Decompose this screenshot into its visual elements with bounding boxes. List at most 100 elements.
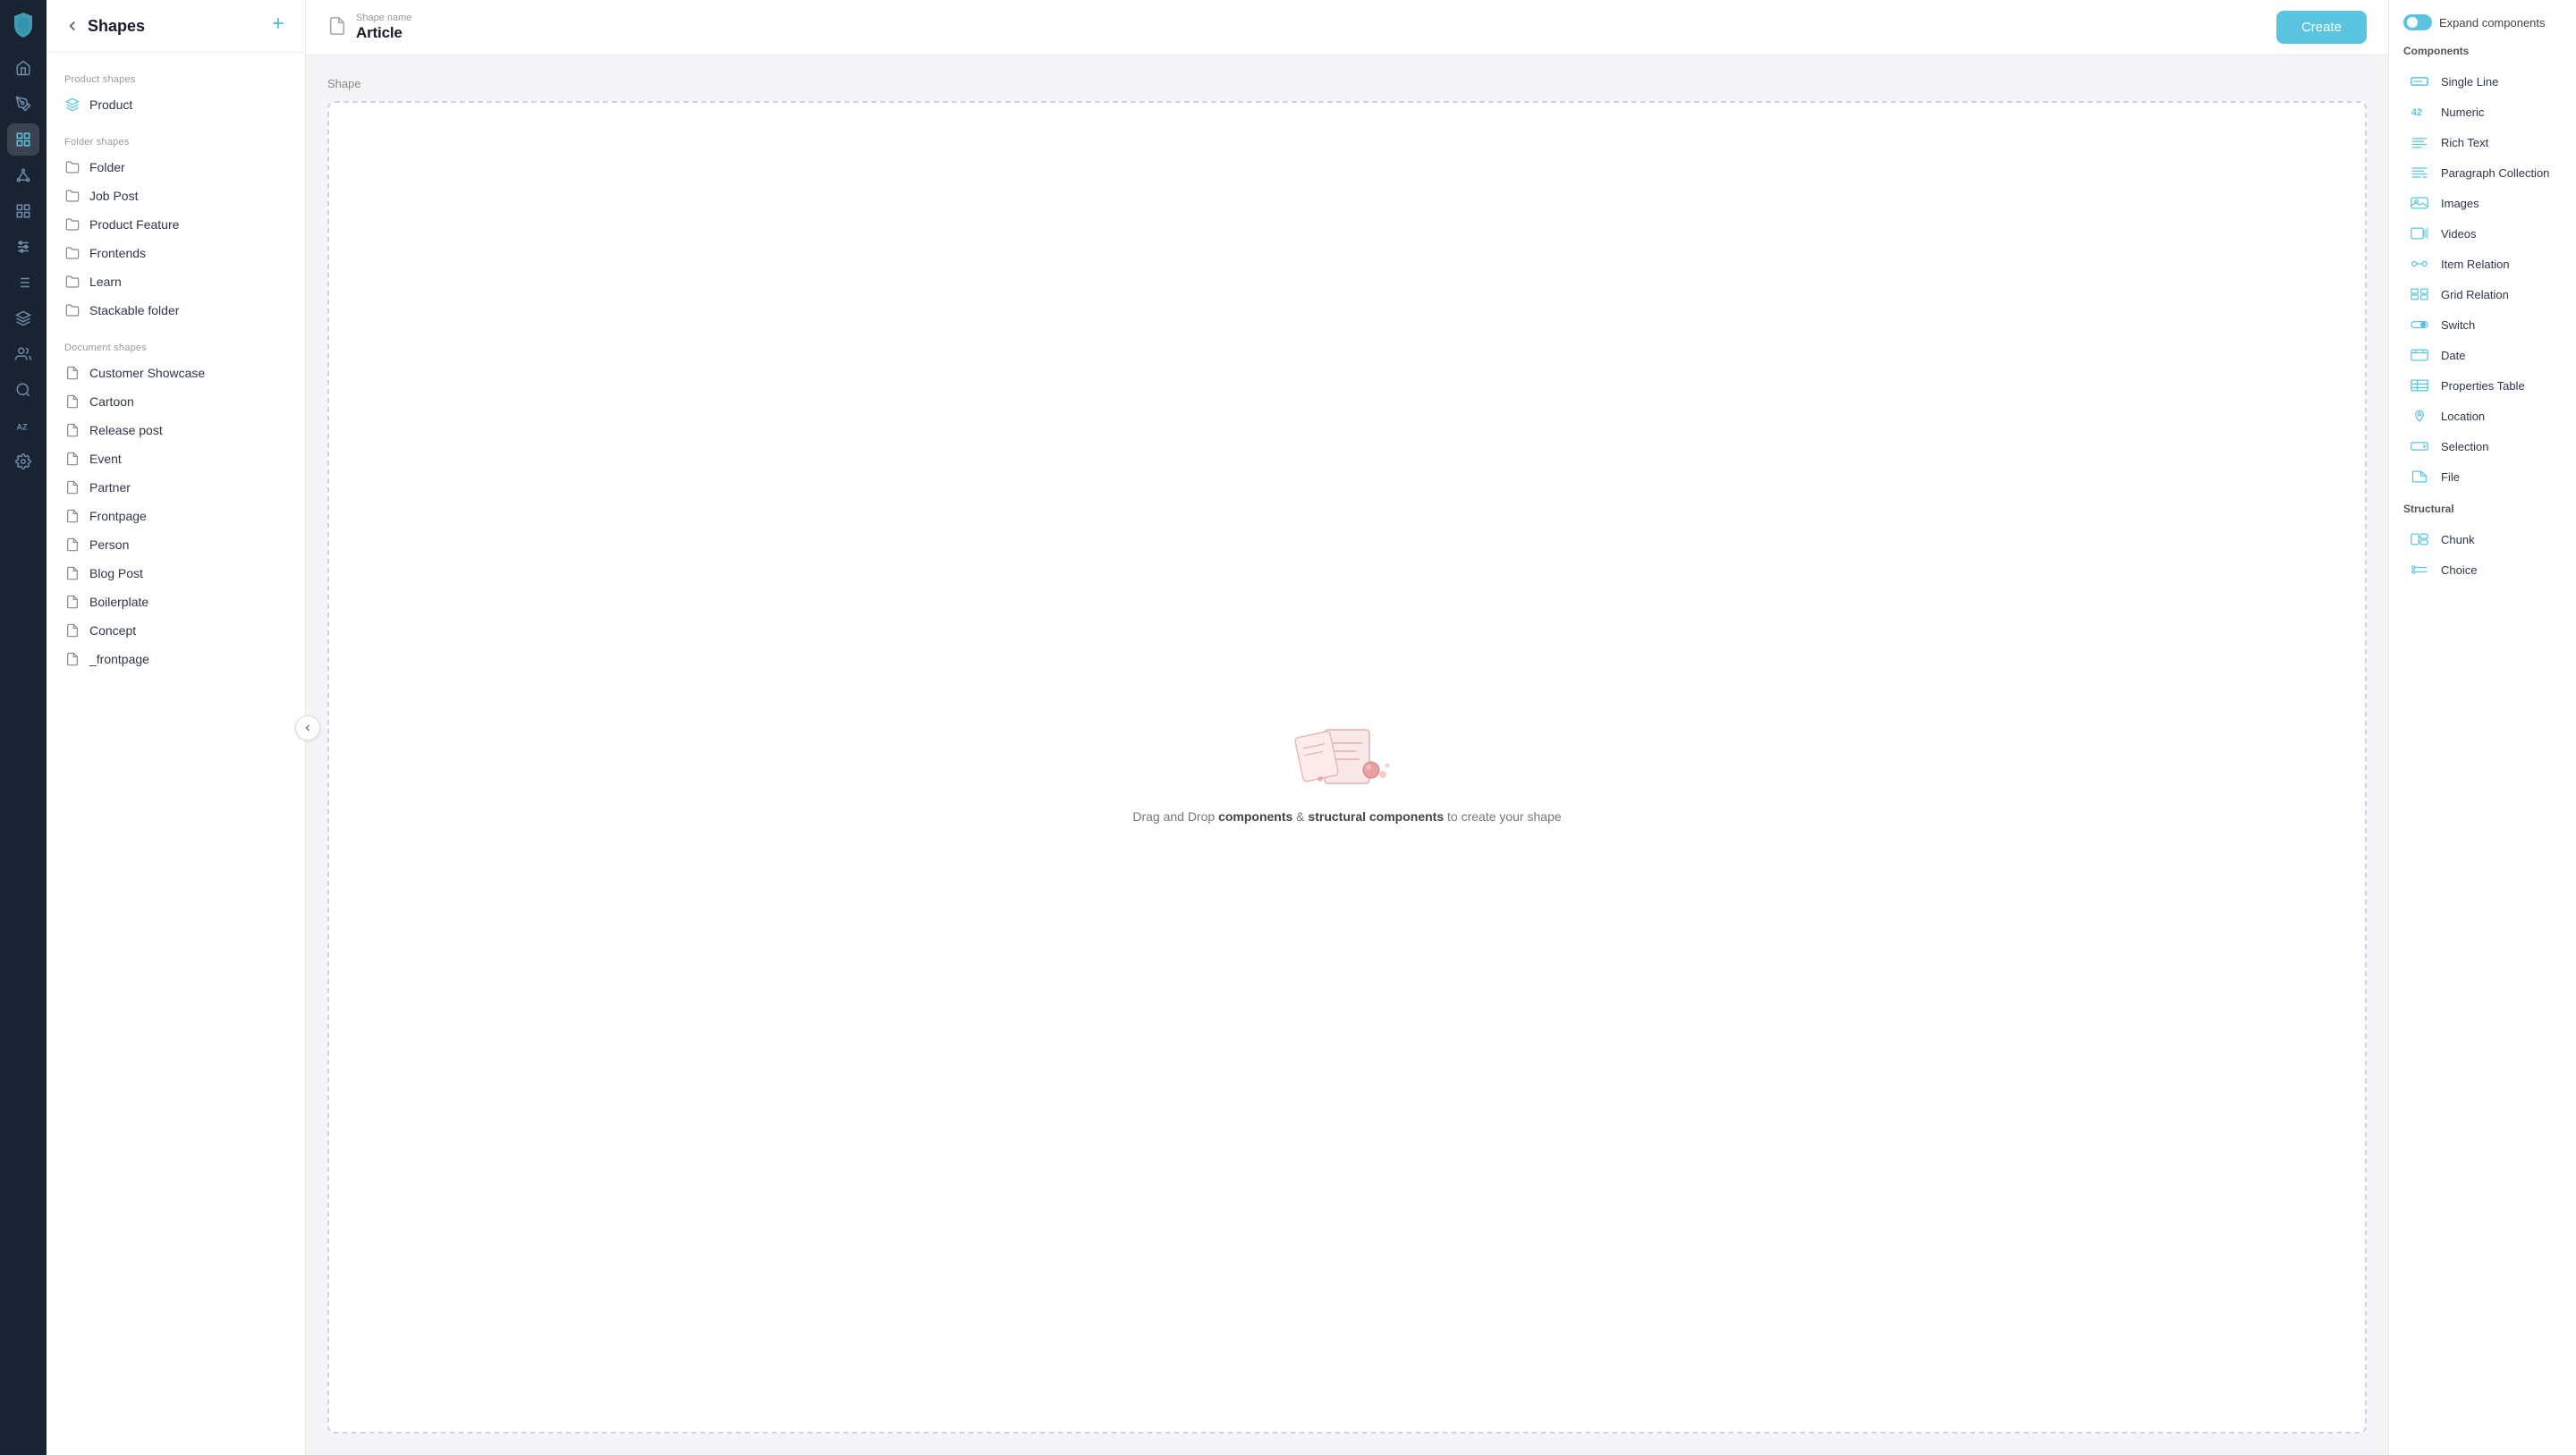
- component-images-label: Images: [2441, 197, 2479, 210]
- single-line-icon: [2407, 72, 2432, 90]
- component-paragraph-collection[interactable]: Paragraph Collection: [2403, 157, 2562, 188]
- shape-item-partner[interactable]: Partner: [47, 473, 305, 502]
- videos-icon: [2407, 224, 2432, 242]
- nav-users-icon[interactable]: [7, 338, 39, 370]
- icon-nav: AZ: [0, 0, 47, 1455]
- component-selection-label: Selection: [2441, 440, 2488, 453]
- shape-item-boilerplate[interactable]: Boilerplate: [47, 588, 305, 616]
- shape-item-person[interactable]: Person: [47, 530, 305, 559]
- component-location-label: Location: [2441, 410, 2485, 423]
- folder-icon-2: [64, 216, 80, 233]
- numeric-icon: 42: [2407, 103, 2432, 121]
- folder-icon-4: [64, 274, 80, 290]
- doc-icon-0: [64, 365, 80, 381]
- nav-settings-icon[interactable]: [7, 445, 39, 478]
- sidebar-header: Shapes: [47, 0, 305, 53]
- shape-item-learn[interactable]: Learn: [47, 267, 305, 296]
- component-choice-label: Choice: [2441, 563, 2477, 577]
- right-panel: Expand components Components Single Line…: [2388, 0, 2576, 1455]
- doc-icon-6: [64, 537, 80, 553]
- canvas-illustration: [1289, 712, 1405, 795]
- shape-item-stackable-folder[interactable]: Stackable folder: [47, 296, 305, 325]
- component-grid-relation[interactable]: Grid Relation: [2403, 279, 2562, 309]
- app-logo[interactable]: [7, 9, 39, 41]
- shape-name-input[interactable]: [356, 24, 559, 42]
- images-icon: [2407, 194, 2432, 212]
- create-button[interactable]: Create: [2276, 11, 2367, 44]
- group-label-document: Document shapes: [47, 335, 305, 359]
- component-grid-relation-label: Grid Relation: [2441, 288, 2509, 301]
- nav-network-icon[interactable]: [7, 159, 39, 191]
- nav-az-icon[interactable]: AZ: [7, 410, 39, 442]
- shape-item-concept[interactable]: Concept: [47, 616, 305, 645]
- component-properties-table[interactable]: Properties Table: [2403, 370, 2562, 401]
- doc-icon-9: [64, 622, 80, 639]
- component-selection[interactable]: Selection: [2403, 431, 2562, 461]
- main-content: Shape name Create Shape: [306, 0, 2388, 1455]
- doc-icon-7: [64, 565, 80, 581]
- shape-item-folder[interactable]: Folder: [47, 153, 305, 182]
- nav-sliders-icon[interactable]: [7, 231, 39, 263]
- component-single-line-label: Single Line: [2441, 75, 2498, 89]
- component-properties-table-label: Properties Table: [2441, 379, 2525, 393]
- nav-layers-icon[interactable]: [7, 302, 39, 334]
- canvas-label: Shape: [327, 77, 2367, 90]
- canvas-drop-area[interactable]: Drag and Drop components & structural co…: [327, 101, 2367, 1434]
- nav-search-icon[interactable]: [7, 374, 39, 406]
- folder-icon-5: [64, 302, 80, 318]
- component-single-line[interactable]: Single Line: [2403, 66, 2562, 97]
- component-chunk-label: Chunk: [2441, 533, 2475, 546]
- shape-item-job-post[interactable]: Job Post: [47, 182, 305, 210]
- expand-components-row: Expand components: [2403, 14, 2562, 30]
- component-numeric-label: Numeric: [2441, 106, 2484, 119]
- component-choice[interactable]: Choice: [2403, 554, 2562, 585]
- shape-item-frontpage2[interactable]: _frontpage: [47, 645, 305, 673]
- component-item-relation[interactable]: Item Relation: [2403, 249, 2562, 279]
- shape-item-event[interactable]: Event: [47, 444, 305, 473]
- shape-item-customer-showcase[interactable]: Customer Showcase: [47, 359, 305, 387]
- component-images[interactable]: Images: [2403, 188, 2562, 218]
- component-file[interactable]: File: [2403, 461, 2562, 492]
- location-icon: [2407, 407, 2432, 425]
- svg-text:42: 42: [2411, 107, 2422, 118]
- component-chunk[interactable]: Chunk: [2403, 524, 2562, 554]
- collapse-sidebar-button[interactable]: [295, 715, 320, 740]
- component-file-label: File: [2441, 470, 2460, 484]
- component-rich-text-label: Rich Text: [2441, 136, 2488, 149]
- component-paragraph-collection-label: Paragraph Collection: [2441, 166, 2549, 180]
- component-date[interactable]: Date: [2403, 340, 2562, 370]
- shape-item-product[interactable]: Product: [47, 90, 305, 119]
- nav-list-icon[interactable]: [7, 266, 39, 299]
- file-icon: [2407, 468, 2432, 486]
- component-rich-text[interactable]: Rich Text: [2403, 127, 2562, 157]
- component-numeric[interactable]: 42 Numeric: [2403, 97, 2562, 127]
- nav-grid-icon[interactable]: [7, 195, 39, 227]
- nav-brush-icon[interactable]: [7, 88, 39, 120]
- paragraph-collection-icon: [2407, 164, 2432, 182]
- component-switch[interactable]: Switch: [2403, 309, 2562, 340]
- properties-table-icon: [2407, 376, 2432, 394]
- expand-toggle[interactable]: [2403, 14, 2432, 30]
- sidebar-wrapper: Shapes Product shapes Product Folder sha…: [47, 0, 306, 1455]
- add-shape-button[interactable]: [269, 14, 287, 38]
- shape-item-frontends[interactable]: Frontends: [47, 239, 305, 267]
- component-videos[interactable]: Videos: [2403, 218, 2562, 249]
- item-relation-icon: [2407, 255, 2432, 273]
- svg-text:AZ: AZ: [17, 423, 28, 432]
- nav-home-icon[interactable]: [7, 52, 39, 84]
- chunk-icon: [2407, 530, 2432, 548]
- shape-item-cartoon[interactable]: Cartoon: [47, 387, 305, 416]
- back-button[interactable]: [64, 18, 80, 34]
- sidebar-title: Shapes: [88, 17, 145, 36]
- switch-icon: [2407, 316, 2432, 334]
- nav-shapes-icon[interactable]: [7, 123, 39, 156]
- shape-item-release-post[interactable]: Release post: [47, 416, 305, 444]
- component-location[interactable]: Location: [2403, 401, 2562, 431]
- shape-item-blog-post[interactable]: Blog Post: [47, 559, 305, 588]
- group-label-product: Product shapes: [47, 67, 305, 90]
- shape-item-frontpage[interactable]: Frontpage: [47, 502, 305, 530]
- canvas-area: Shape: [306, 55, 2388, 1455]
- main-header: Shape name Create: [306, 0, 2388, 55]
- folder-icon-0: [64, 159, 80, 175]
- shape-item-product-feature[interactable]: Product Feature: [47, 210, 305, 239]
